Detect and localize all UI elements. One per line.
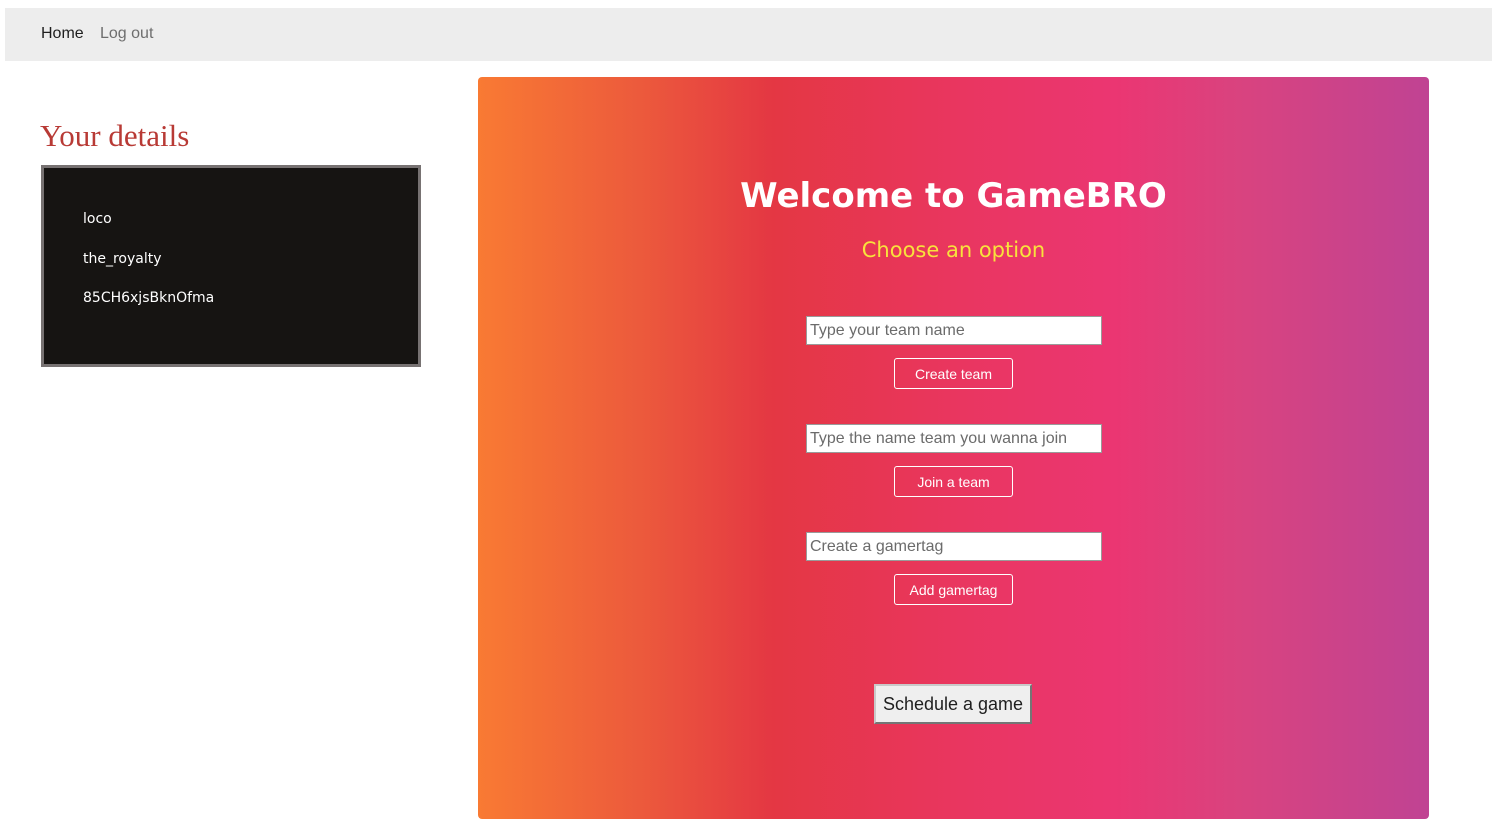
- schedule-game-button[interactable]: Schedule a game: [874, 684, 1032, 724]
- team-name-input[interactable]: [806, 316, 1102, 345]
- create-team-button[interactable]: Create team: [894, 358, 1013, 389]
- hero-title: Welcome to GameBRO: [740, 176, 1167, 216]
- add-gamertag-button[interactable]: Add gamertag: [894, 574, 1013, 605]
- nav-logout-link[interactable]: Log out: [100, 25, 153, 43]
- join-team-button[interactable]: Join a team: [894, 466, 1013, 497]
- top-navbar: Home Log out: [5, 8, 1492, 61]
- details-gamertag: the_royalty: [83, 251, 162, 267]
- join-team-input[interactable]: [806, 424, 1102, 453]
- nav-home-link[interactable]: Home: [41, 25, 84, 43]
- hero-panel: Welcome to GameBRO Choose an option Crea…: [478, 77, 1429, 819]
- gamertag-input[interactable]: [806, 532, 1102, 561]
- details-box: loco the_royalty 85CH6xjsBknOfma: [41, 165, 421, 367]
- details-title: Your details: [40, 118, 190, 153]
- details-username: loco: [83, 211, 112, 227]
- details-code: 85CH6xjsBknOfma: [83, 290, 215, 306]
- hero-subtitle: Choose an option: [861, 238, 1046, 262]
